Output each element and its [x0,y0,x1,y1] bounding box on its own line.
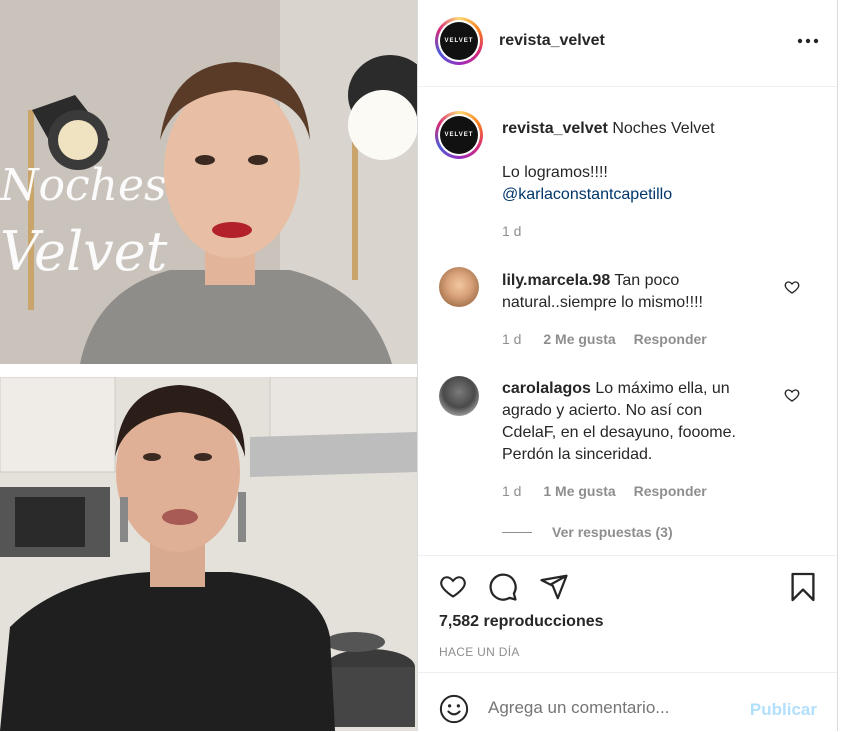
comment-likes[interactable]: 1 Me gusta [543,483,615,499]
like-comment-heart-icon[interactable] [784,387,800,403]
neon-sign-line1: Noches [0,160,167,211]
comment-item: lily.marcela.98 Tan poco natural..siempr… [502,270,782,347]
comment-likes[interactable]: 2 Me gusta [543,331,615,347]
comments-list[interactable]: VELVET revista_velvet Noches Velvet Lo l… [418,87,837,555]
comment-text-continued: CdelaF, en el desayuno, fooome. [502,424,736,441]
more-options-icon[interactable] [797,34,819,48]
video-player[interactable]: Noches Velvet [0,0,417,731]
comment-item: carolalagos Lo máximo ella, un agrado y … [502,378,802,499]
caption-username[interactable]: revista_velvet [502,120,608,137]
publish-button[interactable]: Publicar [750,700,817,720]
view-replies-label[interactable]: Ver respuestas (3) [552,524,673,540]
video-frame-top: Noches Velvet [0,0,417,364]
live-video-top: Noches Velvet [0,0,417,364]
velvet-logo: VELVET [440,22,478,60]
views-count[interactable]: 7,582 reproducciones [439,613,604,631]
velvet-logo: VELVET [440,116,478,154]
reply-button[interactable]: Responder [634,483,707,499]
like-heart-icon[interactable] [438,572,468,600]
reply-button[interactable]: Responder [634,331,707,347]
caption-mention[interactable]: @karlaconstantcapetillo [502,184,822,206]
post-actions: 7,582 reproducciones HACE UN DÍA [418,555,837,672]
caption-author-avatar[interactable]: VELVET [435,111,483,159]
comment-username[interactable]: carolalagos [502,380,591,397]
save-bookmark-icon[interactable] [790,571,816,603]
neon-sign-line2: Velvet [0,220,168,283]
share-icon[interactable] [538,572,570,602]
emoji-icon[interactable] [439,694,469,724]
comment-text: Lo máximo ella, un [595,380,730,397]
comment-text-continued: agrado y acierto. No así con [502,402,703,419]
caption: revista_velvet Noches Velvet Lo logramos… [502,118,822,239]
comment-age[interactable]: 1 d [502,483,521,499]
comment-text-continued: natural..siempre lo mismo!!!! [502,294,703,311]
comment-icon[interactable] [488,572,518,602]
post-panel: VELVET revista_velvet VELVET revista_vel… [417,0,838,731]
view-replies-button[interactable]: Ver respuestas (3) [502,524,673,540]
video-divider [0,364,417,377]
comment-text: Tan poco [614,272,680,289]
comment-text-continued: Perdón la sinceridad. [502,446,653,463]
like-comment-heart-icon[interactable] [784,279,800,295]
post-author-avatar[interactable]: VELVET [435,17,483,65]
comment-input[interactable] [488,698,748,718]
video-frame-bottom [0,377,417,731]
comment-username[interactable]: lily.marcela.98 [502,272,610,289]
replies-line-divider [502,531,532,533]
caption-age[interactable]: 1 d [502,223,822,239]
post-header: VELVET revista_velvet [418,0,837,87]
post-author-username[interactable]: revista_velvet [499,32,605,50]
add-comment-bar: Publicar [418,672,837,732]
caption-title: Noches Velvet [612,120,715,137]
commenter-avatar[interactable] [439,267,479,307]
live-video-bottom [0,377,417,731]
post-timestamp[interactable]: HACE UN DÍA [439,645,520,659]
caption-text: Lo logramos!!!! [502,164,608,181]
commenter-avatar[interactable] [439,376,479,416]
comment-age[interactable]: 1 d [502,331,521,347]
